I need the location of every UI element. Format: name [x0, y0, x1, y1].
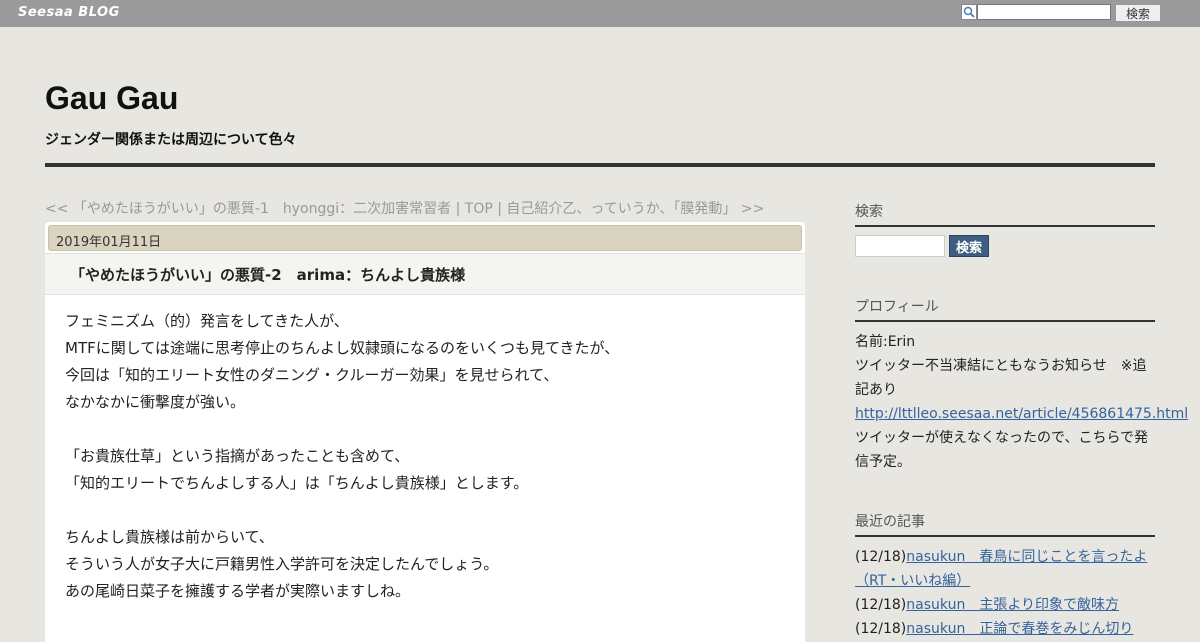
- article-date: 2019年01月11日: [56, 235, 162, 250]
- article-title[interactable]: 「やめたほうがいい」の悪質-2 arima：ちんよし貴族様: [70, 264, 465, 285]
- list-item: (12/18)nasukun 春鳥に同じことを言ったよ（RT・いいね編）: [855, 545, 1155, 593]
- profile-link[interactable]: http://lttlleo.seesaa.net/article/456861…: [855, 406, 1188, 422]
- profile-note: ツイッターが使えなくなったので、こちらで発信予定。: [855, 430, 1149, 470]
- recent-date: (12/18): [855, 597, 907, 613]
- recent-date: (12/18): [855, 621, 907, 637]
- recent-date: (12/18): [855, 549, 907, 565]
- top-search-button[interactable]: 検索: [1115, 4, 1161, 22]
- search-icon: [961, 4, 977, 20]
- site-description: ジェンダー関係または周辺について色々: [45, 132, 297, 148]
- list-item: (12/18)nasukun 主張より印象で敵味方: [855, 593, 1155, 617]
- article-date-bar: 2019年01月11日: [48, 225, 802, 251]
- prev-article-link[interactable]: << 「やめたほうがいい」の悪質-1 hyonggi：二次加害常習者: [45, 201, 451, 217]
- seesaa-blog-logo[interactable]: Seesaa BLOG: [18, 5, 120, 20]
- site-title[interactable]: Gau Gau: [45, 80, 178, 117]
- sidebar-search-input[interactable]: [855, 235, 945, 257]
- top-search-input[interactable]: [977, 4, 1111, 20]
- article-body: フェミニズム（的）発言をしてきた人が、 MTFに関しては途端に思考停止のちんよし…: [65, 308, 785, 605]
- pager-separator: |: [492, 201, 507, 217]
- profile-section: 名前:Erin ツイッター不当凍結にともなうお知らせ ※追記あり http://…: [855, 330, 1188, 474]
- top-link[interactable]: TOP: [465, 201, 493, 217]
- article-title-bar: 「やめたほうがいい」の悪質-2 arima：ちんよし貴族様: [45, 253, 805, 295]
- profile-name: 名前:Erin: [855, 334, 916, 350]
- body-line: あの尾崎日菜子を擁護する学者が実際いますしね。: [65, 582, 411, 600]
- body-line: MTFに関しては途端に思考停止のちんよし奴隷頭になるのをいくつも見てきたが、: [65, 339, 620, 357]
- list-item: (12/18)nasukun 正論で春巻をみじん切り: [855, 617, 1155, 641]
- top-bar: Seesaa BLOG 検索: [0, 0, 1200, 27]
- sidebar-search-heading: 検索: [855, 201, 1155, 227]
- body-line: 「お貴族仕草」という指摘があったことも含めて、: [65, 447, 410, 465]
- body-line: そういう人が女子大に戸籍男性入学許可を決定したんでしょう。: [65, 555, 499, 573]
- next-article-link[interactable]: 自己紹介乙、っていうか、「膜発動」 >>: [506, 201, 764, 217]
- recent-article-link[interactable]: nasukun 主張より印象で敵味方: [906, 597, 1119, 613]
- body-line: フェミニズム（的）発言をしてきた人が、: [65, 312, 349, 330]
- body-line: 今回は「知的エリート女性のダニング・クルーガー効果」を見せられて、: [65, 366, 559, 384]
- body-line: 「知的エリートでちんよしする人」は「ちんよし貴族様」とします。: [65, 474, 529, 492]
- sidebar-search-button[interactable]: 検索: [949, 235, 989, 257]
- pager-separator: |: [451, 201, 465, 217]
- sidebar-profile-heading: プロフィール: [855, 296, 1155, 322]
- sidebar-recent-heading: 最近の記事: [855, 511, 1155, 537]
- header-divider: [45, 163, 1155, 167]
- body-line: なかなかに衝撃度が強い。: [65, 393, 246, 411]
- recent-articles: (12/18)nasukun 春鳥に同じことを言ったよ（RT・いいね編） (12…: [855, 545, 1155, 641]
- article-pager: << 「やめたほうがいい」の悪質-1 hyonggi：二次加害常習者 | TOP…: [45, 198, 764, 218]
- recent-article-link[interactable]: nasukun 正論で春巻をみじん切り: [906, 621, 1133, 637]
- body-line: ちんよし貴族様は前からいて、: [65, 528, 274, 546]
- profile-notice: ツイッター不当凍結にともなうお知らせ ※追記あり: [855, 358, 1147, 398]
- article: 2019年01月11日 「やめたほうがいい」の悪質-2 arima：ちんよし貴族…: [45, 222, 805, 642]
